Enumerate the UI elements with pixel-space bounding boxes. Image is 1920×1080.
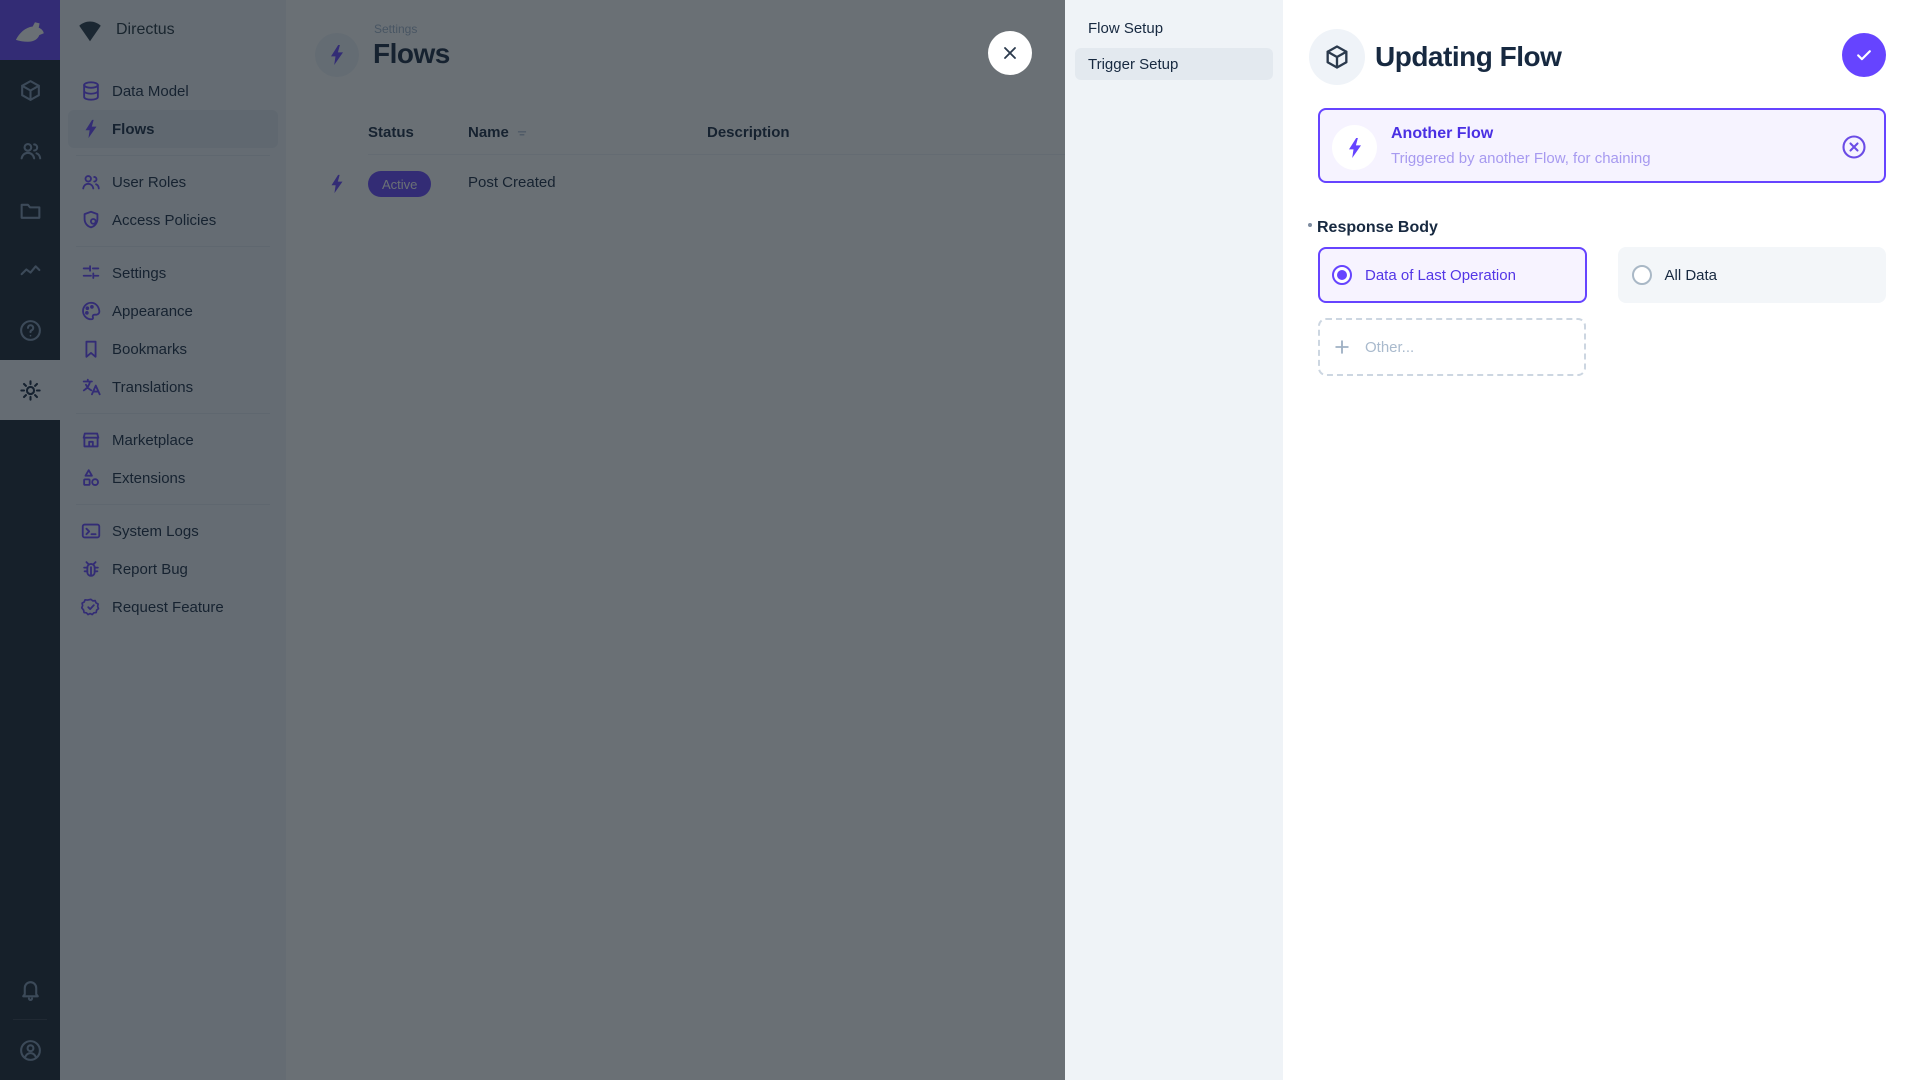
drawer-step-trigger-setup[interactable]: Trigger Setup (1075, 48, 1273, 80)
drawer-step-label: Trigger Setup (1088, 55, 1179, 73)
other-option-button[interactable]: Other... (1318, 318, 1586, 376)
close-drawer-button[interactable] (988, 31, 1032, 75)
drawer-icon-circle (1309, 29, 1365, 85)
trigger-type-card[interactable]: Another Flow Triggered by another Flow, … (1318, 108, 1886, 183)
response-body-label: Response Body (1308, 219, 1438, 236)
option-label: Data of Last Operation (1365, 266, 1516, 284)
drawer-step-flow-setup[interactable]: Flow Setup (1075, 12, 1273, 44)
response-body-option-data-of-last-operation[interactable]: Data of Last Operation (1318, 247, 1587, 303)
radio-icon (1332, 265, 1352, 285)
drawer-title: Updating Flow (1375, 41, 1562, 72)
trigger-setup-drawer: Flow Setup Trigger Setup Updating Flow A… (1065, 0, 1920, 1080)
plus-icon (1332, 337, 1352, 357)
close-icon (1004, 47, 1016, 59)
deselect-trigger-icon[interactable] (1840, 133, 1868, 161)
response-body-options: Data of Last Operation All Data (1318, 247, 1886, 303)
trigger-card-title: Another Flow (1391, 125, 1494, 142)
trigger-bolt-circle (1332, 125, 1377, 170)
drawer-main: Updating Flow Another Flow Triggered by … (1283, 0, 1920, 1080)
response-body-option-all-data[interactable]: All Data (1617, 247, 1886, 303)
modal-overlay[interactable] (0, 0, 1065, 1080)
drawer-steps: Flow Setup Trigger Setup (1065, 0, 1283, 1080)
box-cube-icon (1323, 43, 1351, 71)
drawer-step-label: Flow Setup (1088, 19, 1164, 37)
check-icon (1857, 50, 1871, 61)
bolt-icon (1343, 136, 1367, 160)
directus-app: Directus Data Model Flows User Roles Acc… (0, 0, 1920, 1080)
radio-icon (1631, 265, 1652, 285)
other-option-label: Other... (1365, 338, 1415, 356)
save-button[interactable] (1842, 33, 1886, 77)
option-label: All Data (1664, 266, 1718, 284)
trigger-card-subtitle: Triggered by another Flow, for chaining (1391, 150, 1651, 167)
